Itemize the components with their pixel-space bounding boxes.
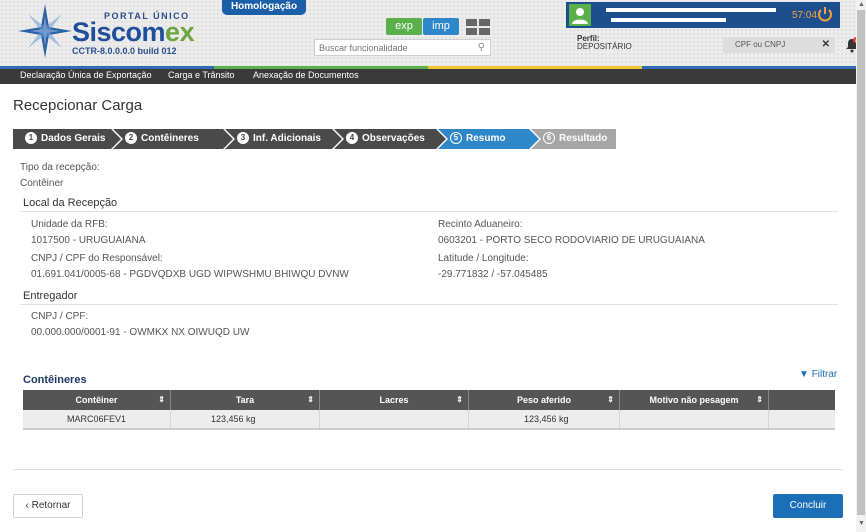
tipo-recepcao-label: Tipo da recepção: [20,162,100,173]
tipo-recepcao-value: Contêiner [20,178,64,189]
sort-icon: ⇕ [756,395,763,404]
step-label: Resumo [466,133,506,144]
nav-item-anexacao[interactable]: Anexação de Documentos [253,70,359,80]
step-label: Resultado [559,133,608,144]
step-number: 3 [237,132,249,144]
step-observacoes[interactable]: 4 Observações [334,129,448,149]
user-panel: 57:04 [566,2,840,28]
wizard-steps: 1 Dados Gerais 2 Contêineres 3 Inf. Adicion… [13,129,616,149]
step-number: 4 [346,132,358,144]
column-header-peso-aferido[interactable]: Peso aferido ⇕ [469,390,620,410]
local-recepcao-title: Local da Recepção [23,197,118,209]
latlong-value: -29.771832 / -57.045485 [438,269,548,280]
sort-icon: ⇕ [307,395,314,404]
cell-motivo [620,410,769,428]
clear-cpf-icon[interactable]: ✕ [822,37,830,53]
recinto-label: Recinto Aduaneiro: [438,219,523,230]
column-header-lacres[interactable]: Lacres ⇕ [320,390,469,410]
entregador-cnpj-label: CNPJ / CPF: [31,311,89,322]
step-inf-adicionais[interactable]: 3 Inf. Adicionais [225,129,344,149]
search-icon[interactable]: ⚲ [478,42,485,53]
step-label: Inf. Adicionais [253,133,321,144]
sort-icon: ⇕ [158,395,165,404]
imp-button[interactable]: imp [423,18,459,35]
retornar-button[interactable]: ‹ Retornar [13,494,83,518]
step-number: 2 [125,132,137,144]
apps-grid-icon[interactable] [466,19,490,36]
recinto-value: 0603201 - PORTO SECO RODOVIARIO DE URUGU… [438,235,705,246]
cell-conteiner: MARC06FEV1 [23,410,171,428]
page-scrollbar[interactable]: ▲ ▼ [856,0,866,532]
table-header: Contêiner ⇕ Tara ⇕ Lacres ⇕ Peso aferido ⇕ M… [23,390,835,410]
nav-item-due[interactable]: Declaração Única de Exportação [20,70,152,80]
session-timer: 57:04 [792,10,818,21]
filter-icon: ▼ [799,369,809,380]
section-divider [20,304,838,305]
nav-item-carga[interactable]: Carga e Trânsito [168,70,235,80]
step-label: Observações [362,133,425,144]
sort-icon: ⇕ [456,395,463,404]
concluir-button[interactable]: Concluir [773,494,843,518]
step-number: 5 [450,132,462,144]
table-row[interactable]: MARC06FEV1 123,456 kg 123,456 kg [23,410,835,430]
redacted-user-name [606,8,776,12]
user-avatar-icon [569,4,591,26]
brand-part-ex: ex [165,17,195,47]
unidade-rfb-label: Unidade da RFB: [31,219,108,230]
filter-button[interactable]: ▼ Filtrar [799,369,837,380]
step-dados-gerais[interactable]: 1 Dados Gerais [13,129,123,149]
latlong-label: Latitude / Longitude: [438,253,529,264]
step-conteineres[interactable]: 2 Contêineres [113,129,235,149]
scrollbar-thumb[interactable] [857,10,865,515]
cell-tara: 123,456 kg [171,410,320,428]
filter-label: Filtrar [811,369,838,380]
sort-icon: ⇕ [607,395,614,404]
column-header-motivo[interactable]: Motivo não pesagem ⇕ [620,390,769,410]
redacted-user-id [611,18,726,22]
brand-part-siscom: Siscom [72,17,166,47]
siscomex-brand: Siscomex [72,17,195,47]
responsavel-label: CNPJ / CPF do Responsável: [31,253,163,264]
environment-badge: Homologação [222,0,306,15]
entregador-title: Entregador [23,290,78,302]
entregador-cnpj-value: 00.000.000/0001-91 - OWMKX NX OIWUQD UW [31,327,250,338]
step-number: 6 [543,132,555,144]
step-label: Contêineres [141,133,199,144]
search-input[interactable] [315,40,465,55]
cell-peso-aferido: 123,456 kg [469,410,620,428]
step-number: 1 [25,132,37,144]
app-header: PORTAL ÚNICO Siscomex CCTR-8.0.0.0.0 bui… [0,0,859,66]
scroll-up-icon[interactable]: ▲ [858,1,865,8]
power-icon[interactable] [816,5,834,23]
exp-button[interactable]: exp [386,18,422,35]
main-nav: Declaração Única de Exportação Carga e T… [0,69,856,84]
perfil-value[interactable]: DEPOSITÁRIO [577,42,632,51]
column-header-conteiner[interactable]: Contêiner ⇕ [23,390,171,410]
build-version: CCTR-8.0.0.0.0 build 012 [72,46,177,56]
footer-divider [13,469,843,470]
scroll-down-icon[interactable]: ▼ [858,520,865,527]
step-label: Dados Gerais [41,133,106,144]
conteineres-table-title: Contêineres [23,374,87,386]
step-resumo[interactable]: 5 Resumo [438,129,541,149]
unidade-rfb-value: 1017500 - URUGUAIANA [31,235,146,246]
column-header-tara[interactable]: Tara ⇕ [171,390,320,410]
section-divider [20,211,838,212]
step-resultado[interactable]: 6 Resultado [531,129,616,149]
page-title: Recepcionar Carga [13,97,143,114]
responsavel-value: 01.691.041/0005-68 - PGDVQDXB UGD WIPWSH… [31,269,349,280]
compass-star-icon [18,4,72,58]
siscomex-logo[interactable]: PORTAL ÚNICO Siscomex CCTR-8.0.0.0.0 bui… [16,2,216,60]
cell-lacres [320,410,469,428]
search-box: ⚲ [314,39,491,56]
cpf-cnpj-placeholder: CPF ou CNPJ [735,40,786,49]
cpf-cnpj-field[interactable]: CPF ou CNPJ ✕ [723,37,835,53]
